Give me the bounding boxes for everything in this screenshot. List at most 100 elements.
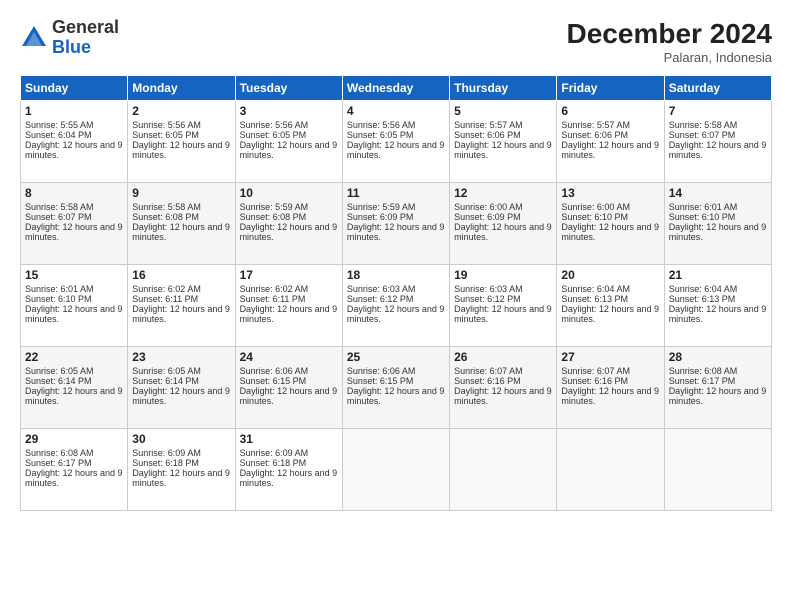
sunset-text: Sunset: 6:17 PM — [669, 376, 736, 386]
calendar-week-row: 8Sunrise: 5:58 AMSunset: 6:07 PMDaylight… — [21, 183, 772, 265]
daylight-text: Daylight: 12 hours and 9 minutes. — [25, 304, 123, 324]
day-number: 9 — [132, 186, 230, 200]
calendar-cell: 13Sunrise: 6:00 AMSunset: 6:10 PMDayligh… — [557, 183, 664, 265]
calendar-day-header: Wednesday — [342, 76, 449, 101]
calendar-cell-empty — [450, 429, 557, 511]
sunrise-text: Sunrise: 6:03 AM — [454, 284, 523, 294]
sunrise-text: Sunrise: 6:09 AM — [240, 448, 309, 458]
calendar-cell: 17Sunrise: 6:02 AMSunset: 6:11 PMDayligh… — [235, 265, 342, 347]
day-number: 18 — [347, 268, 445, 282]
calendar-week-row: 1Sunrise: 5:55 AMSunset: 6:04 PMDaylight… — [21, 101, 772, 183]
sunset-text: Sunset: 6:04 PM — [25, 130, 92, 140]
calendar-week-row: 29Sunrise: 6:08 AMSunset: 6:17 PMDayligh… — [21, 429, 772, 511]
sunset-text: Sunset: 6:11 PM — [132, 294, 198, 304]
daylight-text: Daylight: 12 hours and 9 minutes. — [240, 468, 338, 488]
day-number: 19 — [454, 268, 552, 282]
logo-blue-text: Blue — [52, 37, 91, 57]
calendar-header-row: SundayMondayTuesdayWednesdayThursdayFrid… — [21, 76, 772, 101]
sunrise-text: Sunrise: 5:56 AM — [240, 120, 309, 130]
day-number: 24 — [240, 350, 338, 364]
daylight-text: Daylight: 12 hours and 9 minutes. — [347, 304, 445, 324]
calendar-day-header: Friday — [557, 76, 664, 101]
sunrise-text: Sunrise: 6:08 AM — [25, 448, 94, 458]
day-number: 31 — [240, 432, 338, 446]
daylight-text: Daylight: 12 hours and 9 minutes. — [347, 386, 445, 406]
sunset-text: Sunset: 6:10 PM — [25, 294, 92, 304]
calendar-week-row: 22Sunrise: 6:05 AMSunset: 6:14 PMDayligh… — [21, 347, 772, 429]
calendar-cell: 11Sunrise: 5:59 AMSunset: 6:09 PMDayligh… — [342, 183, 449, 265]
day-number: 20 — [561, 268, 659, 282]
daylight-text: Daylight: 12 hours and 9 minutes. — [240, 140, 338, 160]
daylight-text: Daylight: 12 hours and 9 minutes. — [25, 386, 123, 406]
sunrise-text: Sunrise: 6:04 AM — [561, 284, 630, 294]
calendar-day-header: Saturday — [664, 76, 771, 101]
day-number: 29 — [25, 432, 123, 446]
calendar-cell: 25 Sunrise: 6:06 AMSunset: 6:15 PMDayligh… — [342, 347, 449, 429]
sunset-text: Sunset: 6:12 PM — [347, 294, 414, 304]
sunset-text: Sunset: 6:05 PM — [347, 130, 414, 140]
day-number: 28 — [669, 350, 767, 364]
sunset-text: Sunset: 6:06 PM — [561, 130, 628, 140]
subtitle: Palaran, Indonesia — [567, 50, 772, 65]
day-number: 6 — [561, 104, 659, 118]
header: General Blue December 2024 Palaran, Indo… — [20, 18, 772, 65]
day-number: 2 — [132, 104, 230, 118]
sunset-text: Sunset: 6:09 PM — [347, 212, 414, 222]
sunrise-text: Sunrise: 6:01 AM — [25, 284, 94, 294]
day-number: 3 — [240, 104, 338, 118]
sunset-text: Sunset: 6:08 PM — [132, 212, 199, 222]
sunset-text: Sunset: 6:18 PM — [132, 458, 199, 468]
sunrise-text: Sunrise: 6:02 AM — [240, 284, 309, 294]
day-number: 1 — [25, 104, 123, 118]
calendar-day-header: Thursday — [450, 76, 557, 101]
day-number: 26 — [454, 350, 552, 364]
daylight-text: Daylight: 12 hours and 9 minutes. — [561, 222, 659, 242]
calendar-cell: 16Sunrise: 6:02 AMSunset: 6:11 PMDayligh… — [128, 265, 235, 347]
sunrise-text: Sunrise: 6:04 AM — [669, 284, 738, 294]
day-number: 21 — [669, 268, 767, 282]
sunrise-text: Sunrise: 6:07 AM — [454, 366, 523, 376]
calendar-cell: 28 Sunrise: 6:08 AMSunset: 6:17 PMDayligh… — [664, 347, 771, 429]
day-number: 17 — [240, 268, 338, 282]
calendar-cell: 24 Sunrise: 6:06 AMSunset: 6:15 PMDayligh… — [235, 347, 342, 429]
title-block: December 2024 Palaran, Indonesia — [567, 18, 772, 65]
sunrise-text: Sunrise: 5:59 AM — [347, 202, 416, 212]
calendar-cell: 5Sunrise: 5:57 AMSunset: 6:06 PMDaylight… — [450, 101, 557, 183]
calendar-cell: 2Sunrise: 5:56 AMSunset: 6:05 PMDaylight… — [128, 101, 235, 183]
calendar-cell: 8Sunrise: 5:58 AMSunset: 6:07 PMDaylight… — [21, 183, 128, 265]
sunset-text: Sunset: 6:14 PM — [25, 376, 92, 386]
calendar-cell: 15Sunrise: 6:01 AMSunset: 6:10 PMDayligh… — [21, 265, 128, 347]
sunset-text: Sunset: 6:15 PM — [240, 376, 307, 386]
daylight-text: Daylight: 12 hours and 9 minutes. — [669, 386, 767, 406]
sunset-text: Sunset: 6:12 PM — [454, 294, 521, 304]
sunrise-text: Sunrise: 6:01 AM — [669, 202, 738, 212]
calendar-cell: 31Sunrise: 6:09 AMSunset: 6:18 PMDayligh… — [235, 429, 342, 511]
calendar-day-header: Monday — [128, 76, 235, 101]
calendar-cell: 20Sunrise: 6:04 AMSunset: 6:13 PMDayligh… — [557, 265, 664, 347]
calendar-cell: 27Sunrise: 6:07 AMSunset: 6:16 PMDayligh… — [557, 347, 664, 429]
calendar-cell: 9Sunrise: 5:58 AMSunset: 6:08 PMDaylight… — [128, 183, 235, 265]
sunrise-text: Sunrise: 6:05 AM — [25, 366, 94, 376]
calendar-cell-empty — [557, 429, 664, 511]
calendar-cell: 18Sunrise: 6:03 AMSunset: 6:12 PMDayligh… — [342, 265, 449, 347]
sunset-text: Sunset: 6:10 PM — [561, 212, 628, 222]
sunset-text: Sunset: 6:07 PM — [25, 212, 92, 222]
sunset-text: Sunset: 6:07 PM — [669, 130, 736, 140]
calendar-cell: 30Sunrise: 6:09 AMSunset: 6:18 PMDayligh… — [128, 429, 235, 511]
daylight-text: Daylight: 12 hours and 9 minutes. — [240, 386, 338, 406]
sunrise-text: Sunrise: 6:06 AM — [347, 366, 416, 376]
sunset-text: Sunset: 6:15 PM — [347, 376, 414, 386]
daylight-text: Daylight: 12 hours and 9 minutes. — [454, 386, 552, 406]
sunrise-text: Sunrise: 6:07 AM — [561, 366, 630, 376]
sunrise-text: Sunrise: 6:00 AM — [561, 202, 630, 212]
sunrise-text: Sunrise: 6:06 AM — [240, 366, 309, 376]
sunset-text: Sunset: 6:13 PM — [561, 294, 628, 304]
daylight-text: Daylight: 12 hours and 9 minutes. — [669, 304, 767, 324]
sunrise-text: Sunrise: 6:08 AM — [669, 366, 738, 376]
day-number: 22 — [25, 350, 123, 364]
daylight-text: Daylight: 12 hours and 9 minutes. — [132, 222, 230, 242]
calendar-cell: 3Sunrise: 5:56 AMSunset: 6:05 PMDaylight… — [235, 101, 342, 183]
daylight-text: Daylight: 12 hours and 9 minutes. — [132, 468, 230, 488]
day-number: 25 — [347, 350, 445, 364]
calendar-cell: 6Sunrise: 5:57 AMSunset: 6:06 PMDaylight… — [557, 101, 664, 183]
